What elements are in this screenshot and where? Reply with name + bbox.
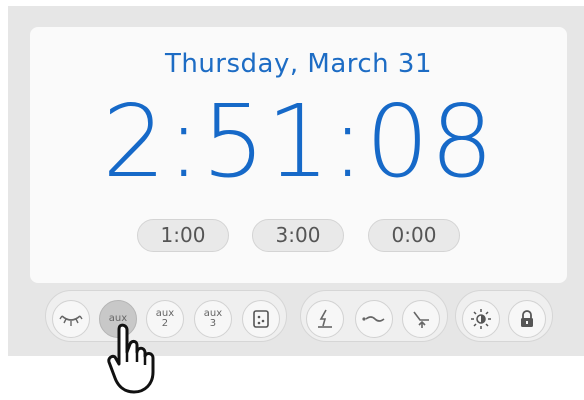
preset-button-2[interactable]: 3:00 xyxy=(252,219,344,252)
lock-icon xyxy=(519,309,535,329)
wave-icon xyxy=(361,312,387,326)
aux-3-number: 3 xyxy=(209,318,217,329)
lightning-icon xyxy=(315,308,335,330)
aux-3-icon: aux 3 xyxy=(204,309,222,329)
eye-light-icon xyxy=(59,310,83,328)
brightness-icon xyxy=(470,308,492,330)
wave-button[interactable] xyxy=(355,300,393,338)
display-screen: Thursday, March 31 2:51:08 1:00 3:00 0:0… xyxy=(30,27,567,283)
dice-icon xyxy=(251,309,271,329)
pointer-hand-icon xyxy=(106,322,172,396)
brightness-button[interactable] xyxy=(462,300,500,338)
massage-button[interactable] xyxy=(306,300,344,338)
date-label: Thursday, March 31 xyxy=(164,49,433,79)
preset-button-3[interactable]: 0:00 xyxy=(368,219,460,252)
lock-button[interactable] xyxy=(508,300,546,338)
preset-button-1[interactable]: 1:00 xyxy=(137,219,229,252)
recline-icon xyxy=(410,308,432,330)
light-button[interactable] xyxy=(52,300,90,338)
recline-button[interactable] xyxy=(402,300,440,338)
dice-button[interactable] xyxy=(242,300,280,338)
time-display: 2:51:08 xyxy=(102,83,495,200)
aux-3-button[interactable]: aux 3 xyxy=(194,300,232,338)
